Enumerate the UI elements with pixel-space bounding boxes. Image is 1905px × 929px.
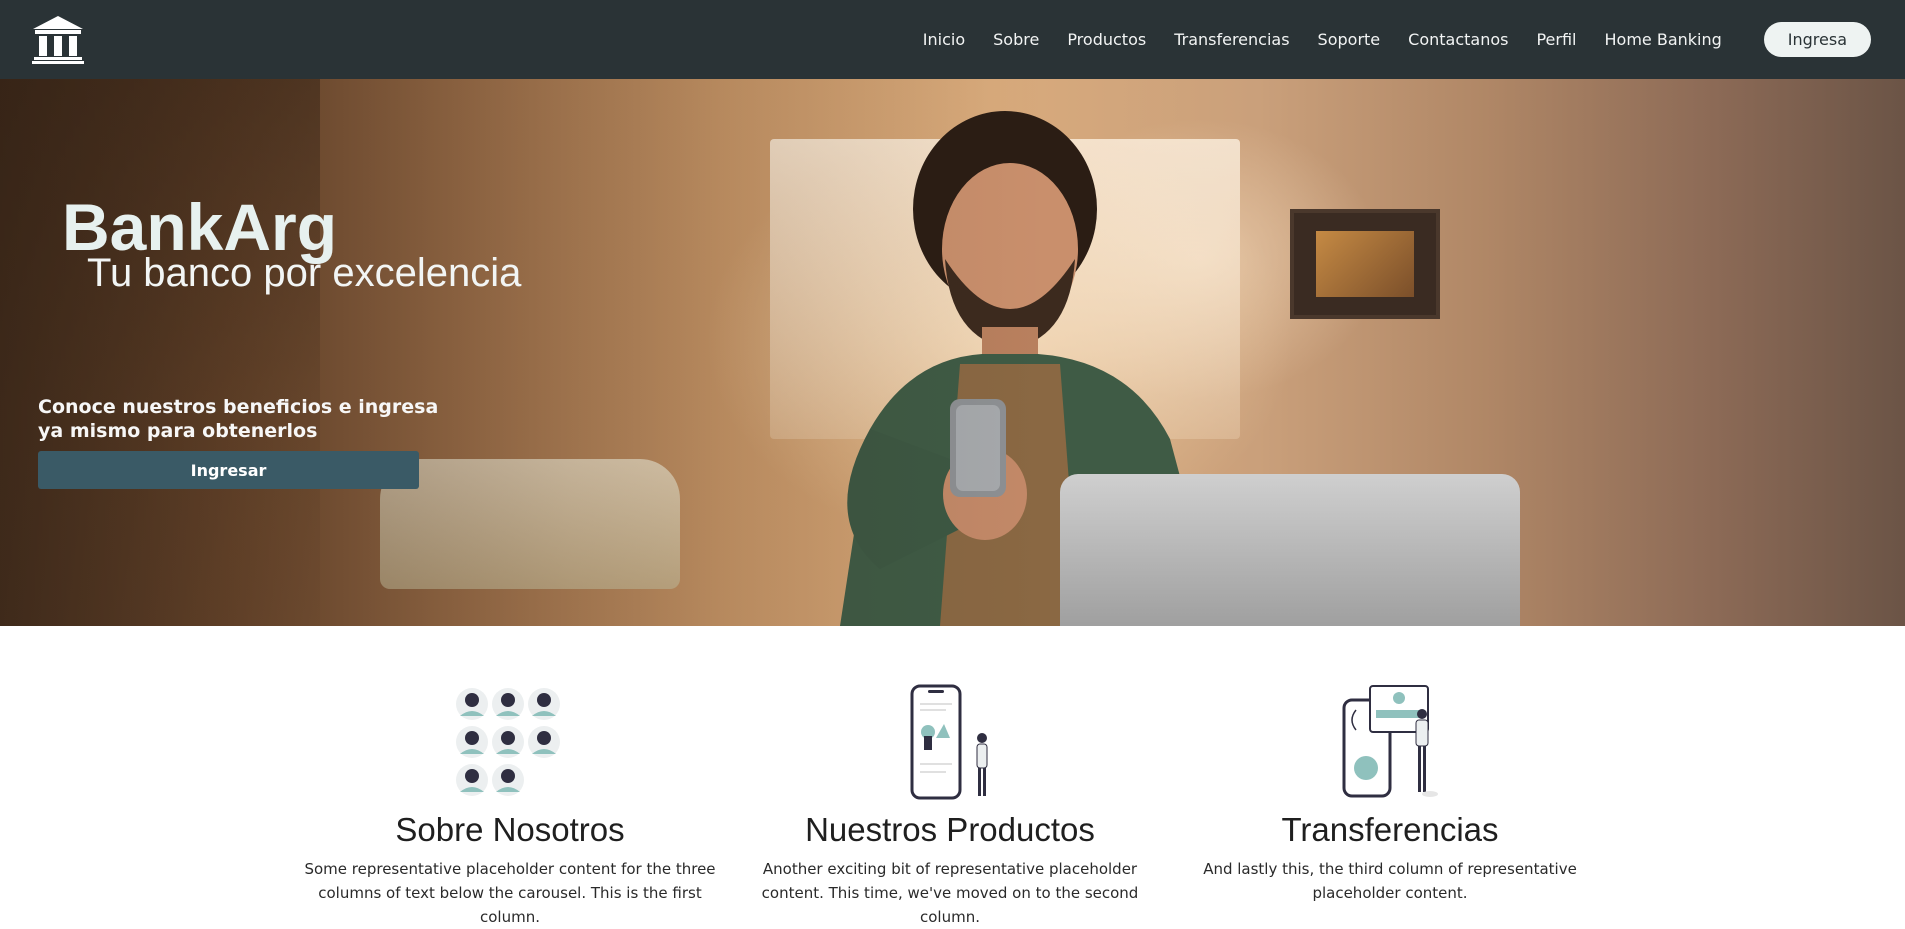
team-avatars-illustration — [456, 688, 560, 796]
ingresar-button[interactable]: Ingresar — [38, 451, 419, 489]
nav-link-productos[interactable]: Productos — [1053, 30, 1160, 49]
nav-link-transferencias[interactable]: Transferencias — [1160, 30, 1303, 49]
hero-banner: BankArg Tu banco por excelencia Conoce n… — [0, 79, 1905, 626]
hero-subtitle: Tu banco por excelencia — [87, 251, 522, 295]
navbar: Inicio Sobre Productos Transferencias So… — [0, 0, 1905, 79]
hero-text: Conoce nuestros beneficios e ingresa ya … — [38, 396, 439, 442]
nav-links: Inicio Sobre Productos Transferencias So… — [909, 30, 1736, 49]
feature-text: Some representative placeholder content … — [304, 860, 716, 926]
ingresa-button[interactable]: Ingresa — [1763, 22, 1871, 57]
feature-transferencias: Transferencias And lastly this, the thir… — [1170, 680, 1610, 929]
feature-text: And lastly this, the third column of rep… — [1203, 860, 1577, 902]
features-section: Sobre Nosotros Some representative place… — [290, 680, 1610, 929]
nav-right: Inicio Sobre Productos Transferencias So… — [909, 22, 1871, 57]
nav-link-home-banking[interactable]: Home Banking — [1591, 30, 1736, 49]
nav-link-perfil[interactable]: Perfil — [1522, 30, 1590, 49]
feature-title: Nuestros Productos — [805, 811, 1095, 848]
nav-link-inicio[interactable]: Inicio — [909, 30, 979, 49]
mobile-transfer-illustration — [1342, 685, 1438, 798]
feature-text: Another exciting bit of representative p… — [761, 860, 1139, 926]
mobile-products-illustration — [910, 684, 988, 800]
bank-building-icon[interactable] — [31, 15, 85, 65]
feature-nuestros-productos: Nuestros Productos Another exciting bit … — [730, 680, 1170, 929]
feature-title: Transferencias — [1281, 811, 1499, 848]
feature-sobre-nosotros: Sobre Nosotros Some representative place… — [290, 680, 730, 929]
nav-link-soporte[interactable]: Soporte — [1304, 30, 1395, 49]
hero-overlay — [0, 79, 1905, 626]
nav-link-contactanos[interactable]: Contactanos — [1394, 30, 1522, 49]
feature-title: Sobre Nosotros — [395, 811, 625, 848]
nav-link-sobre[interactable]: Sobre — [979, 30, 1053, 49]
